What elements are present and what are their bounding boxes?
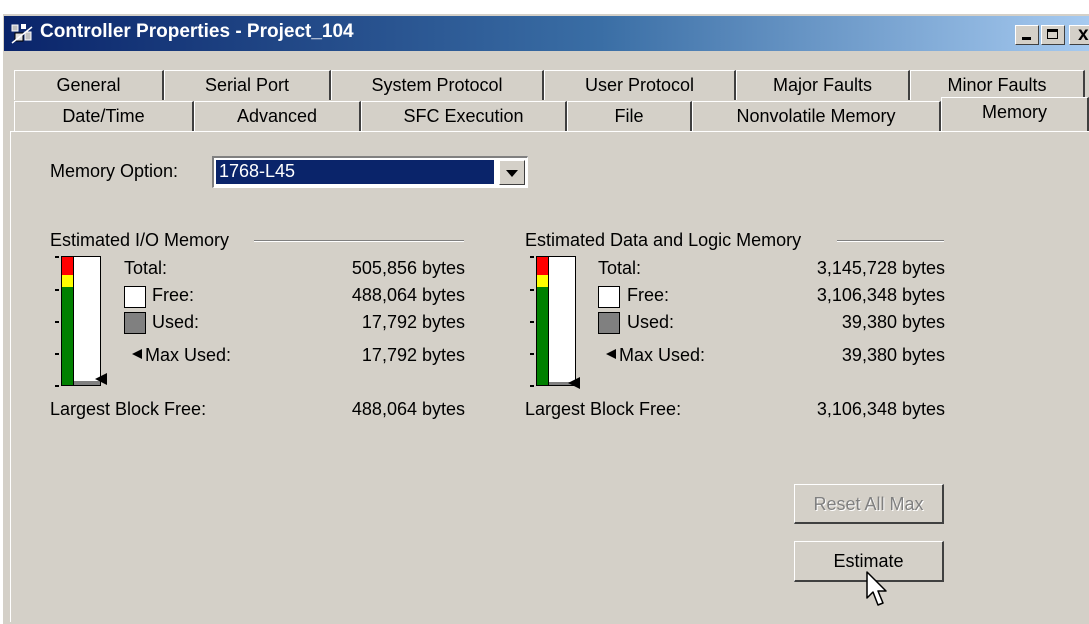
window-title: Controller Properties - Project_104: [40, 21, 354, 42]
max-used-pointer-icon: [132, 349, 142, 359]
tab-nonvolatile-memory[interactable]: Nonvolatile Memory: [692, 101, 941, 131]
max-used-pointer-icon: [606, 349, 616, 359]
close-icon: x: [1078, 24, 1089, 45]
tab-file[interactable]: File: [567, 101, 692, 131]
io-largest-block-value: 488,064 bytes: [351, 399, 465, 419]
close-button[interactable]: x: [1069, 24, 1089, 45]
data-logic-max-used-pointer-icon: [568, 377, 580, 389]
tab-minor-faults[interactable]: Minor Faults: [910, 70, 1085, 100]
io-memory-divider: [254, 240, 464, 242]
data-logic-usage-meter: [548, 256, 576, 386]
tab-memory[interactable]: Memory: [941, 97, 1089, 131]
data-logic-total-label: Total:: [598, 258, 642, 278]
io-memory-usage-meter: [73, 256, 101, 386]
data-logic-memory-divider: [837, 240, 944, 242]
minimize-button[interactable]: [1015, 25, 1039, 45]
tab-sfc-execution[interactable]: SFC Execution: [361, 101, 567, 131]
free-swatch-icon: [598, 286, 620, 308]
tab-user-protocol[interactable]: User Protocol: [544, 70, 736, 100]
io-max-used-label: Max Used:: [145, 345, 232, 365]
dropdown-arrow-icon[interactable]: [499, 160, 525, 185]
used-swatch-icon: [598, 312, 620, 334]
tab-system-protocol[interactable]: System Protocol: [331, 70, 544, 100]
used-swatch-icon: [124, 312, 146, 334]
io-free-value: 488,064 bytes: [351, 285, 465, 305]
controller-app-icon: [10, 23, 34, 45]
tab-serial-port[interactable]: Serial Port: [164, 70, 331, 100]
data-logic-free-label: Free:: [627, 285, 670, 305]
io-largest-block-label: Largest Block Free:: [50, 399, 207, 419]
io-used-value: 17,792 bytes: [361, 312, 465, 332]
io-total-value: 505,856 bytes: [351, 258, 465, 278]
memory-option-label: Memory Option:: [50, 161, 179, 181]
data-logic-max-used-value: 39,380 bytes: [841, 345, 945, 365]
io-total-label: Total:: [124, 258, 168, 278]
io-memory-heading: Estimated I/O Memory: [50, 230, 230, 250]
maximize-button[interactable]: [1041, 25, 1065, 45]
data-logic-used-value: 39,380 bytes: [841, 312, 945, 332]
tab-date-time[interactable]: Date/Time: [14, 101, 194, 131]
memory-option-select[interactable]: 1768-L45: [212, 156, 528, 188]
data-logic-total-value: 3,145,728 bytes: [816, 258, 945, 278]
io-max-used-pointer-icon: [95, 373, 107, 385]
io-max-used-value: 17,792 bytes: [361, 345, 465, 365]
tab-major-faults[interactable]: Major Faults: [736, 70, 910, 100]
data-logic-largest-block-value: 3,106,348 bytes: [816, 399, 945, 419]
data-logic-free-value: 3,106,348 bytes: [816, 285, 945, 305]
title-bar[interactable]: Controller Properties - Project_104 x: [4, 16, 1089, 51]
io-free-label: Free:: [152, 285, 195, 305]
mouse-pointer-icon: [866, 571, 890, 616]
tab-general[interactable]: General: [14, 70, 164, 100]
memory-option-value: 1768-L45: [216, 160, 494, 184]
io-used-label: Used:: [152, 312, 200, 332]
data-logic-largest-block-label: Largest Block Free:: [525, 399, 682, 419]
free-swatch-icon: [124, 286, 146, 308]
data-logic-memory-heading: Estimated Data and Logic Memory: [525, 230, 802, 250]
reset-all-max-button[interactable]: Reset All Max: [794, 484, 944, 524]
data-logic-used-label: Used:: [627, 312, 675, 332]
data-logic-max-used-label: Max Used:: [619, 345, 706, 365]
tab-advanced[interactable]: Advanced: [194, 101, 361, 131]
